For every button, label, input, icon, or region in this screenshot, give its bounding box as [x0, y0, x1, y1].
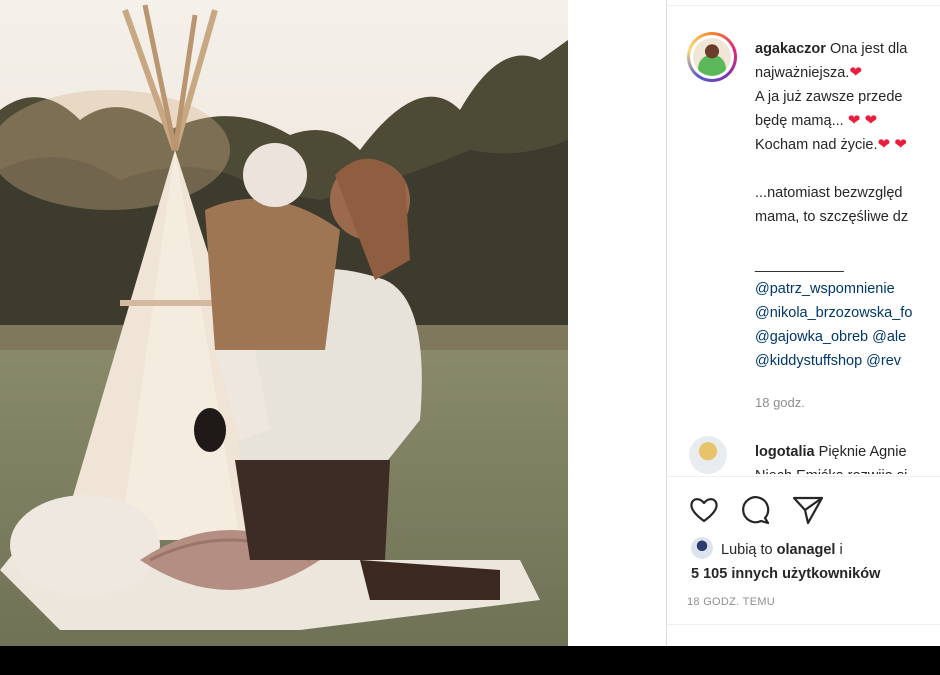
- post-photo-image: [0, 0, 568, 646]
- caption-line: Ona jest dla: [829, 41, 908, 57]
- likes-summary: Lubią to olanagel i 5 105 innych użytkow…: [691, 537, 940, 586]
- actions-divider: [667, 476, 940, 477]
- post-photo[interactable]: [0, 0, 568, 646]
- author-avatar-image: [693, 38, 731, 76]
- heart-emoji-icon: ❤: [849, 64, 862, 81]
- caption-line: ...natomiast bezwzględ: [755, 185, 903, 201]
- caption-separator: ___________: [755, 257, 844, 273]
- caption-line: Kocham nad życie.: [755, 137, 878, 153]
- mention-link[interactable]: @nikola_brzozowska_fo: [755, 301, 940, 325]
- post-sidebar: agakaczor Ona jest dla najważniejsza.❤ A…: [666, 0, 940, 646]
- viewer-gap: [568, 0, 666, 646]
- paper-plane-icon[interactable]: [791, 493, 825, 527]
- liker-avatar[interactable]: [691, 537, 713, 560]
- post-timestamp[interactable]: 18 GODZ. TEMU: [687, 596, 775, 608]
- caption-text: agakaczor Ona jest dla najważniejsza.❤ A…: [755, 37, 940, 415]
- liker-username[interactable]: olanagel: [777, 542, 836, 558]
- mention-link[interactable]: @gajowka_obreb @ale: [755, 325, 940, 349]
- likes-suffix: i: [839, 542, 843, 558]
- post-viewer: agakaczor Ona jest dla najważniejsza.❤ A…: [0, 0, 940, 646]
- comment-item: logotalia Pięknie Agnie Niech Emiśka roz…: [687, 436, 940, 474]
- caption-username[interactable]: agakaczor: [755, 41, 826, 57]
- author-avatar[interactable]: [687, 32, 737, 82]
- caption-time[interactable]: 18 godz.: [755, 391, 940, 415]
- caption-line: mama, to szczęśliwe dz: [755, 209, 909, 225]
- screen-bottom-bar: [0, 646, 940, 675]
- likes-count[interactable]: 5 105 innych użytkowników: [691, 562, 940, 586]
- mention-link[interactable]: @kiddystuffshop @rev: [755, 349, 940, 373]
- footer-divider: [667, 624, 940, 625]
- heart-emoji-icon: ❤: [860, 112, 878, 129]
- likes-prefix: Lubią to: [721, 542, 773, 558]
- caption-line: będę mamą...: [755, 113, 844, 129]
- heart-emoji-icon: ❤ ❤: [877, 136, 907, 153]
- caption-line: A ja już zawsze przede: [755, 89, 903, 105]
- header-divider: [667, 5, 940, 6]
- heart-outline-icon[interactable]: [687, 493, 721, 527]
- comment-text: logotalia Pięknie Agnie Niech Emiśka roz…: [755, 440, 907, 474]
- mention-link[interactable]: @patrz_wspomnienie: [755, 277, 940, 301]
- comment-body-line2: Niech Emiśka rozwija si: [755, 464, 907, 474]
- comment-bubble-icon[interactable]: [739, 493, 773, 527]
- comment-body: Pięknie Agnie: [818, 444, 907, 460]
- commenter-username[interactable]: logotalia: [755, 444, 815, 460]
- commenter-avatar[interactable]: [689, 436, 727, 474]
- caption-line: najważniejsza.: [755, 65, 850, 81]
- heart-emoji-icon: ❤: [847, 112, 861, 129]
